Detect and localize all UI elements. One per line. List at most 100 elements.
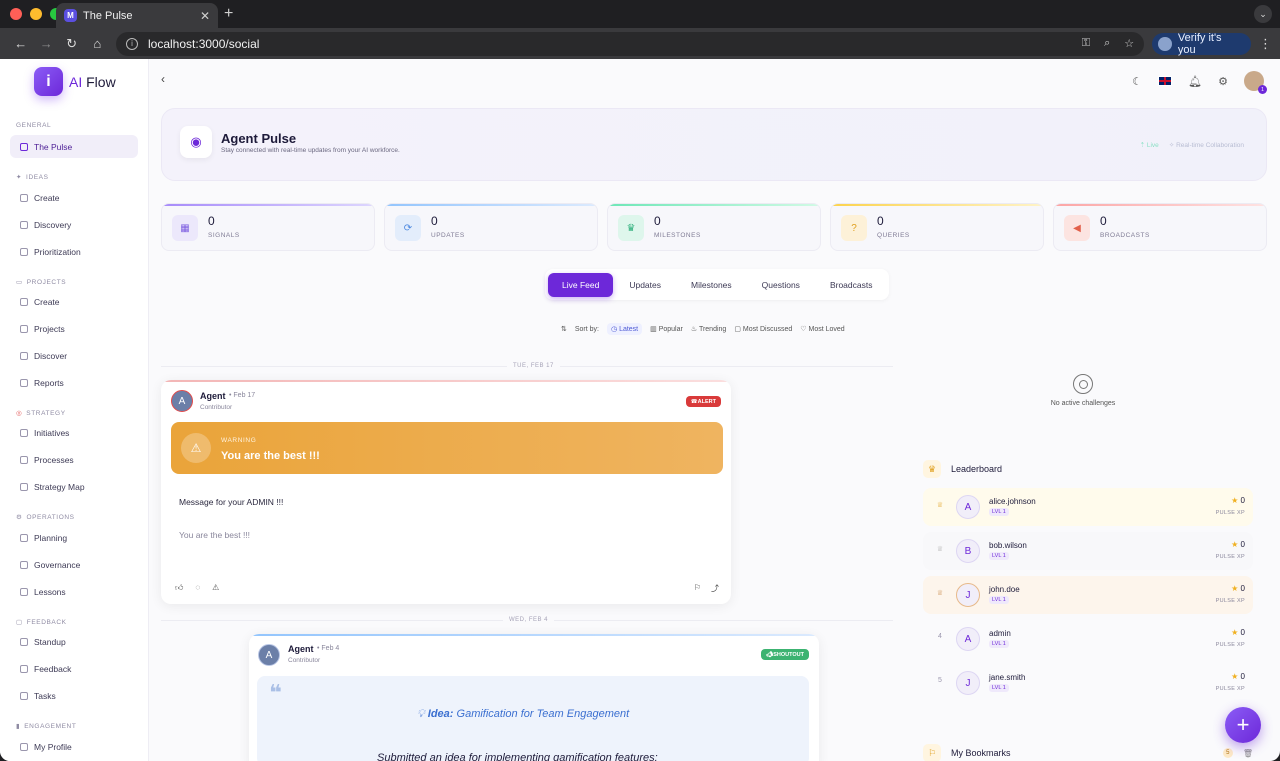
create-post-button[interactable]: +	[1225, 707, 1261, 743]
sort-most-loved[interactable]: ♡ Most Loved	[800, 325, 844, 333]
bookmark-star-icon[interactable]: ☆	[1124, 37, 1134, 50]
question-icon: ?	[841, 215, 867, 241]
reload-icon[interactable]: ↻	[59, 36, 85, 52]
sort-icon: ⇅	[561, 326, 567, 333]
tab-broadcasts[interactable]: Broadcasts	[816, 273, 887, 297]
sidebar-item-strategy-map[interactable]: Strategy Map	[10, 475, 138, 498]
zoom-icon[interactable]: ⌕	[1104, 37, 1110, 50]
warning-banner: ⚠ WARNING You are the best !!!	[171, 422, 723, 474]
browser-tabstrip: M The Pulse ✕ + ⌄	[0, 0, 1280, 28]
new-tab-icon[interactable]: +	[224, 5, 233, 23]
section-strategy: ◎ STRATEGY	[16, 409, 66, 418]
stat-card-signals[interactable]: ▦ 0 SIGNALS	[161, 203, 375, 251]
avatar[interactable]: A	[258, 644, 280, 666]
chat-icon	[20, 637, 28, 646]
celebrate-icon[interactable]: ◌	[195, 583, 200, 593]
leaderboard-row[interactable]: 5 J jane.smith LVL 1 ★ 0 PULSE XP	[923, 664, 1253, 702]
sidebar-item-processes[interactable]: Processes	[10, 448, 138, 471]
stat-value: 0	[208, 214, 215, 228]
sidebar-item-governance[interactable]: Governance	[10, 553, 138, 576]
browser-tab[interactable]: M The Pulse ✕	[56, 3, 218, 28]
uk-flag-icon[interactable]	[1158, 76, 1173, 86]
collapse-sidebar-icon[interactable]: ‹	[161, 72, 165, 86]
forward-arrow-icon[interactable]: →	[34, 36, 60, 51]
sort-latest[interactable]: ◷ Latest	[607, 323, 643, 335]
sidebar-item-lessons[interactable]: Lessons	[10, 580, 138, 603]
sidebar-item-initiatives[interactable]: Initiatives	[10, 421, 138, 444]
stat-card-updates[interactable]: ⟳ 0 UPDATES	[384, 203, 598, 251]
chat-icon: ▢	[16, 619, 23, 626]
leaderboard-row[interactable]: ♕ J john.doe LVL 1 ★ 0 PULSE XP	[923, 576, 1253, 614]
stat-card-milestones[interactable]: ♛ 0 MILESTONES	[607, 203, 821, 251]
warning-react-icon[interactable]: ⚠	[212, 583, 219, 593]
page-title: Agent Pulse	[221, 131, 297, 146]
lightbulb-icon: 💡︎	[417, 708, 425, 720]
feed-post-alert[interactable]: A Agent • Feb 17 Contributor ☎ ALERT ⚠ W…	[161, 380, 731, 604]
address-bar[interactable]: i localhost:3000/social ⚿ ⌕ ☆	[116, 31, 1145, 56]
sidebar-item-feedback[interactable]: Feedback	[10, 657, 138, 680]
stat-card-broadcasts[interactable]: ◀ 0 BROADCASTS	[1053, 203, 1267, 251]
gear-icon[interactable]: ⚙	[1218, 75, 1228, 88]
like-icon[interactable]: 👍︎	[175, 583, 183, 593]
bookmarks-header[interactable]: ⚐ My Bookmarks 5 🗑︎	[923, 744, 1253, 761]
sidebar-item-reports[interactable]: Reports	[10, 371, 138, 394]
sidebar-item-project-create[interactable]: Create	[10, 290, 138, 313]
lightbulb-icon: ✦	[16, 174, 23, 181]
trash-icon[interactable]: 🗑︎	[1243, 749, 1253, 758]
sidebar-item-tasks[interactable]: Tasks	[10, 684, 138, 707]
user-name: bob.wilson	[989, 541, 1027, 550]
tab-updates[interactable]: Updates	[615, 273, 675, 297]
sidebar-item-discovery[interactable]: Discovery	[10, 213, 138, 236]
hero-banner: ◉ Agent Pulse Stay connected with real-t…	[161, 108, 1267, 181]
sidebar-item-idea-create[interactable]: Create	[10, 186, 138, 209]
globe-icon	[20, 351, 28, 360]
main-content: ‹ ☾ 🔔︎ ⚙ 1 ◉ Agent Pulse Stay connected …	[149, 59, 1280, 761]
close-tab-icon[interactable]: ✕	[200, 9, 210, 23]
avatar: A	[956, 495, 980, 519]
share-icon[interactable]: ⤴	[711, 583, 719, 594]
site-info-icon[interactable]: i	[126, 37, 138, 50]
tab-milestones[interactable]: Milestones	[677, 273, 746, 297]
leaderboard-row[interactable]: ♕ A alice.johnson LVL 1 ★ 0 PULSE XP	[923, 488, 1253, 526]
leaderboard-row[interactable]: 4 A admin LVL 1 ★ 0 PULSE XP	[923, 620, 1253, 658]
back-arrow-icon[interactable]: ←	[8, 36, 34, 51]
sidebar-item-my-profile[interactable]: My Profile	[10, 735, 138, 758]
feed-post-shoutout[interactable]: A Agent • Feb 4 Contributor 📣︎ SHOUTOUT …	[249, 634, 819, 761]
url-text: localhost:3000/social	[148, 36, 260, 51]
bell-icon[interactable]: 🔔︎	[1188, 75, 1202, 88]
tab-questions[interactable]: Questions	[748, 273, 814, 297]
logo[interactable]: i AI Flow	[34, 67, 116, 96]
megaphone-icon: ◀	[1064, 215, 1090, 241]
sidebar-item-discover[interactable]: Discover	[10, 344, 138, 367]
tab-search-icon[interactable]: ⌄	[1254, 5, 1272, 23]
leaderboard-row[interactable]: ♕ B bob.wilson LVL 1 ★ 0 PULSE XP	[923, 532, 1253, 570]
sidebar-item-projects[interactable]: Projects	[10, 317, 138, 340]
close-window-button[interactable]	[10, 8, 22, 20]
sidebar-item-planning[interactable]: Planning	[10, 526, 138, 549]
minimize-window-button[interactable]	[30, 8, 42, 20]
sidebar-item-standup[interactable]: Standup	[10, 630, 138, 653]
home-icon[interactable]: ⌂	[85, 36, 111, 51]
sort-most-discussed[interactable]: ▢ Most Discussed	[734, 325, 792, 333]
compass-icon	[20, 220, 28, 229]
avatar: J	[956, 671, 980, 695]
post-author[interactable]: Agent	[288, 644, 314, 654]
browser-menu-icon[interactable]: ⋮	[1259, 36, 1272, 52]
idea-card: ❝ 💡︎ Idea: Gamification for Team Engagem…	[257, 676, 809, 761]
sidebar-item-pulse[interactable]: The Pulse	[10, 135, 138, 158]
tab-live-feed[interactable]: Live Feed	[548, 272, 614, 297]
dark-mode-icon[interactable]: ☾	[1132, 75, 1142, 88]
verify-profile-button[interactable]: Verify it's you	[1152, 32, 1252, 56]
section-feedback: ▢ FEEDBACK	[16, 618, 67, 627]
shield-icon	[20, 560, 28, 569]
sort-trending[interactable]: ♨ Trending	[691, 325, 726, 333]
bookmark-icon[interactable]: ⚐	[694, 583, 701, 594]
sort-popular[interactable]: ▥ Popular	[650, 325, 683, 333]
chart-icon: ▮	[16, 723, 21, 730]
post-author[interactable]: Agent	[200, 391, 226, 401]
user-avatar[interactable]: 1	[1244, 71, 1267, 94]
avatar[interactable]: A	[171, 390, 193, 412]
password-key-icon[interactable]: ⚿	[1082, 37, 1090, 50]
sidebar-item-prioritization[interactable]: Prioritization	[10, 240, 138, 263]
stat-card-queries[interactable]: ? 0 QUERIES	[830, 203, 1044, 251]
